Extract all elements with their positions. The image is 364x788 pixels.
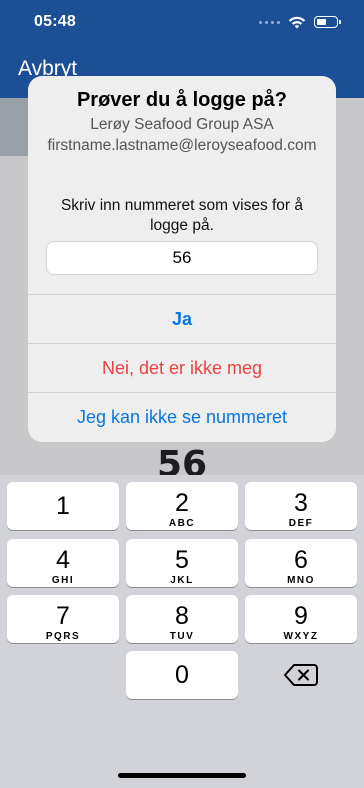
key-4[interactable]: 4 GHI xyxy=(7,539,119,587)
sign-in-alert: Prøver du å logge på? Lerøy Seafood Grou… xyxy=(28,76,336,442)
home-indicator xyxy=(118,773,246,778)
key-1[interactable]: 1 xyxy=(7,482,119,530)
key-9[interactable]: 9 WXYZ xyxy=(245,595,357,643)
key-digit: 3 xyxy=(294,489,308,517)
page-decoration xyxy=(0,98,28,156)
key-digit: 7 xyxy=(56,602,70,630)
key-letters: WXYZ xyxy=(283,631,319,642)
key-digit: 1 xyxy=(56,492,70,520)
alert-title: Prøver du å logge på? xyxy=(76,89,288,111)
key-7[interactable]: 7 PQRS xyxy=(7,595,119,643)
key-letters: DEF xyxy=(288,518,314,529)
key-letters: GHI xyxy=(51,575,75,586)
key-digit: 2 xyxy=(175,489,189,517)
key-letters: TUV xyxy=(169,631,195,642)
alert-organization: Lerøy Seafood Group ASA xyxy=(90,116,274,133)
key-letters: PQRS xyxy=(45,631,81,642)
deny-button[interactable]: Nei, det er ikke meg xyxy=(28,343,336,392)
key-digit: 6 xyxy=(294,546,308,574)
key-digit: 0 xyxy=(175,661,189,689)
key-digit: 4 xyxy=(56,546,70,574)
key-0[interactable]: 0 xyxy=(126,651,238,699)
key-8[interactable]: 8 TUV xyxy=(126,595,238,643)
number-input[interactable] xyxy=(46,241,318,275)
status-time: 05:48 xyxy=(34,13,76,30)
key-digit: 5 xyxy=(175,546,189,574)
status-icons xyxy=(259,14,341,30)
key-letters: MNO xyxy=(287,575,315,586)
key-digit: 8 xyxy=(175,602,189,630)
key-5[interactable]: 5 JKL xyxy=(126,539,238,587)
backspace-icon[interactable] xyxy=(283,662,319,688)
wifi-icon xyxy=(288,16,306,29)
key-digit: 9 xyxy=(294,602,308,630)
key-letters: JKL xyxy=(170,575,194,586)
key-letters: ABC xyxy=(168,518,196,529)
key-2[interactable]: 2 ABC xyxy=(126,482,238,530)
key-3[interactable]: 3 DEF xyxy=(245,482,357,530)
numeric-keypad: 1 2 ABC 3 DEF 4 GHI 5 JKL 6 MNO 7 PQRS 8… xyxy=(0,475,364,788)
key-6[interactable]: 6 MNO xyxy=(245,539,357,587)
alert-email: firstname.lastname@leroyseafood.com xyxy=(47,137,317,154)
alert-message: Skriv inn nummeret som vises for å logge… xyxy=(60,197,304,234)
battery-icon xyxy=(314,16,341,28)
yes-button[interactable]: Ja xyxy=(28,294,336,343)
cant-see-number-button[interactable]: Jeg kan ikke se nummeret xyxy=(28,392,336,441)
signal-icon xyxy=(259,20,280,24)
